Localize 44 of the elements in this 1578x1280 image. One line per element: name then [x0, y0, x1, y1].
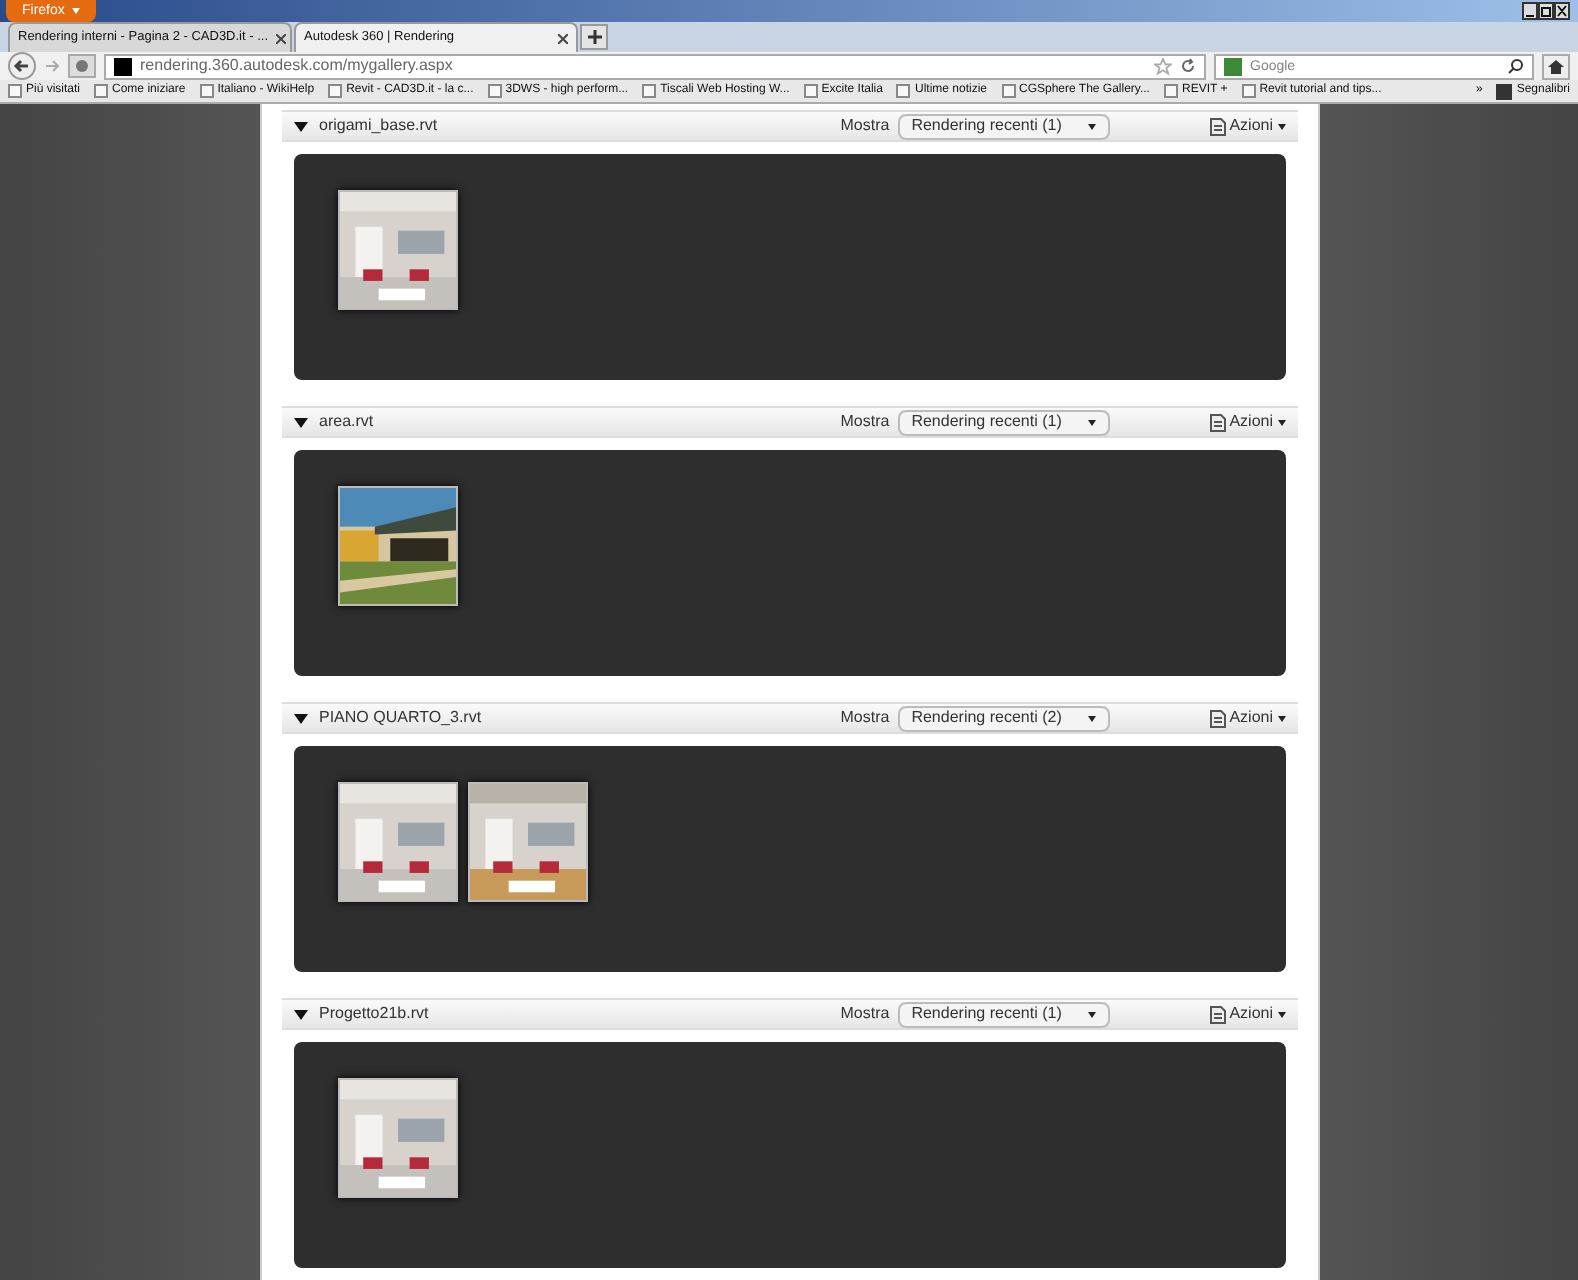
search-icon[interactable]	[1508, 58, 1524, 74]
document-icon	[1209, 117, 1226, 135]
caret-icon	[1087, 123, 1096, 129]
back-icon[interactable]	[8, 52, 36, 80]
caret-icon	[1087, 715, 1096, 721]
show-label: Mostra	[840, 1002, 890, 1026]
caret-icon	[1277, 419, 1285, 425]
collapse-toggle-icon[interactable]	[293, 1007, 307, 1021]
collapse-toggle-icon[interactable]	[293, 119, 307, 133]
new-tab-button[interactable]	[580, 24, 608, 50]
star-icon[interactable]	[1154, 57, 1172, 75]
actions-button[interactable]: Azioni	[1209, 410, 1285, 434]
filter-dropdown[interactable]: Rendering recenti (1)	[897, 1001, 1110, 1027]
project-name: area.rvt	[319, 410, 374, 434]
caret-icon	[72, 8, 81, 14]
caret-icon	[1277, 123, 1285, 129]
document-icon	[1209, 413, 1226, 431]
show-label: Mostra	[840, 410, 890, 434]
document-icon	[1209, 1005, 1226, 1023]
actions-button[interactable]: Azioni	[1209, 114, 1285, 138]
filter-dropdown[interactable]: Rendering recenti (1)	[897, 113, 1110, 139]
show-label: Mostra	[840, 706, 890, 730]
actions-button[interactable]: Azioni	[1209, 1002, 1285, 1026]
project-name: PIANO QUARTO_3.rvt	[319, 706, 482, 730]
show-label: Mostra	[840, 114, 890, 138]
project-name: origami_base.rvt	[319, 114, 438, 138]
caret-icon	[1277, 1011, 1285, 1017]
filter-dropdown[interactable]: Rendering recenti (2)	[897, 705, 1110, 731]
project-name: Progetto21b.rvt	[319, 1002, 429, 1026]
document-icon	[1209, 709, 1226, 727]
caret-icon	[1277, 715, 1285, 721]
window-controls-icon[interactable]	[1522, 2, 1570, 20]
collapse-toggle-icon[interactable]	[293, 415, 307, 429]
address-field[interactable]: rendering.360.autodesk.com/mygallery.aspx	[104, 53, 1206, 79]
plus-icon	[587, 30, 601, 44]
caret-icon	[1087, 419, 1096, 425]
filter-dropdown[interactable]: Rendering recenti (1)	[897, 409, 1110, 435]
close-icon[interactable]	[276, 33, 286, 43]
collapse-toggle-icon[interactable]	[293, 711, 307, 725]
caret-icon	[1087, 1011, 1096, 1017]
close-icon[interactable]	[558, 33, 568, 43]
home-icon[interactable]	[1542, 53, 1570, 79]
reload-icon[interactable]	[1180, 58, 1196, 74]
actions-button[interactable]: Azioni	[1209, 706, 1285, 730]
